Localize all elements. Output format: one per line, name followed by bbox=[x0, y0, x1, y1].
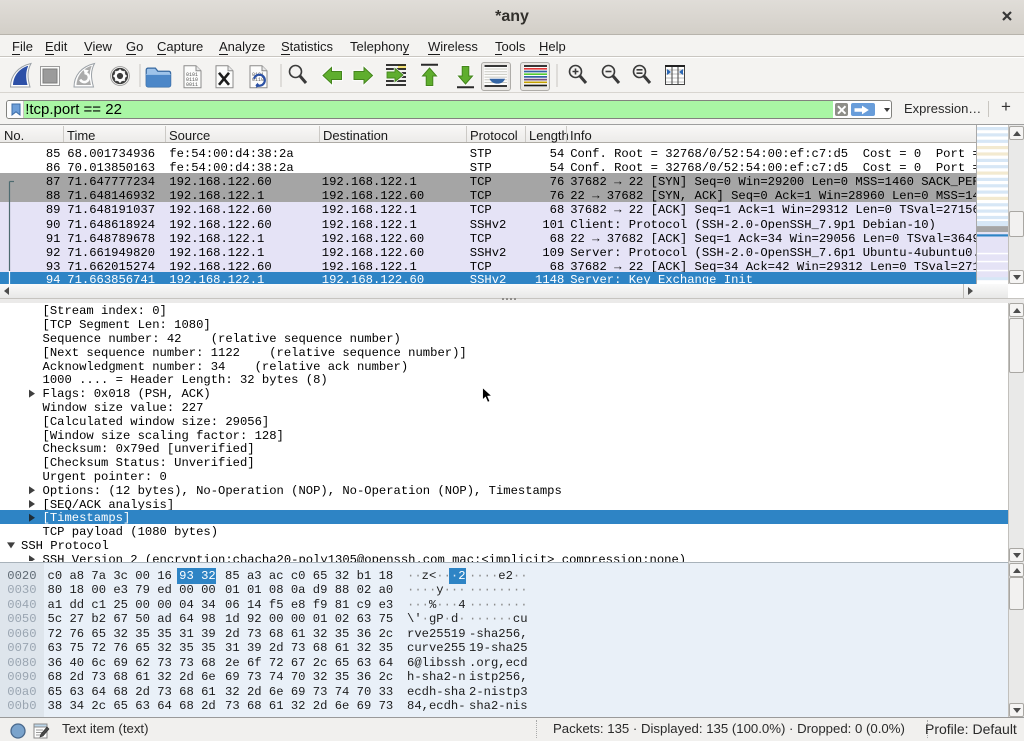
svg-text:0011: 0011 bbox=[186, 82, 198, 88]
